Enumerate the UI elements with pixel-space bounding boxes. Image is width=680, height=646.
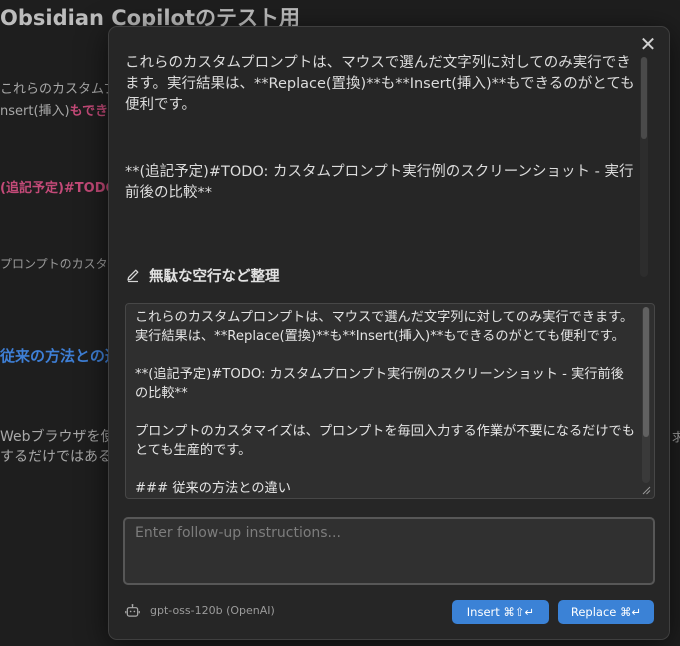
bg-text-line: (追記予定)#TODO (0, 181, 117, 196)
original-scrollbar[interactable] (640, 57, 648, 277)
resize-handle-icon[interactable] (642, 486, 651, 495)
result-textarea[interactable]: これらのカスタムプロンプトは、マウスで選んだ文字列に対してのみ実行できます。実行… (125, 303, 655, 499)
original-paragraph: **(追記予定)#TODO: カスタムプロンプト実行例のスクリーンショット - … (125, 164, 634, 201)
bg-text-line: nsert(挿入)もでき (0, 100, 108, 119)
followup-input[interactable] (123, 517, 655, 585)
insert-button[interactable]: Insert ⌘⇧↵ (452, 600, 549, 624)
scrollbar-thumb[interactable] (643, 307, 649, 437)
result-section-header: 無駄な空行など整理 (125, 263, 280, 287)
result-scrollbar[interactable] (642, 307, 650, 483)
bg-text-fragment: nsert(挿入) (0, 104, 70, 119)
model-label: gpt-oss-120b (OpenAI) (150, 604, 275, 617)
bg-heading: 従来の方法との違 (0, 347, 120, 365)
original-paragraph: これらのカスタムプロンプトは、マウスで選んだ文字列に対してのみ実行できます。実行… (125, 55, 635, 113)
bot-icon (125, 603, 140, 617)
bg-text-line: プロンプトのカスタマ (0, 257, 120, 271)
result-text: これらのカスタムプロンプトは、マウスで選んだ文字列に対してのみ実行できます。実行… (135, 310, 635, 496)
model-indicator: gpt-oss-120b (OpenAI) (125, 603, 275, 618)
original-text-panel: これらのカスタムプロンプトは、マウスで選んだ文字列に対してのみ実行できます。実行… (125, 53, 645, 275)
replace-button[interactable]: Replace ⌘↵ (558, 600, 654, 624)
bg-text-line: これらのカスタムプ (0, 82, 117, 97)
copilot-modal: ✕ これらのカスタムプロンプトは、マウスで選んだ文字列に対してのみ実行できます。… (108, 26, 670, 640)
close-icon[interactable]: ✕ (637, 33, 659, 55)
bg-text-highlight: もでき (69, 104, 109, 119)
pencil-icon (127, 269, 139, 283)
scrollbar-thumb[interactable] (641, 57, 647, 139)
section-title: 無駄な空行など整理 (149, 268, 280, 285)
bg-text-line: 求を (672, 430, 680, 444)
